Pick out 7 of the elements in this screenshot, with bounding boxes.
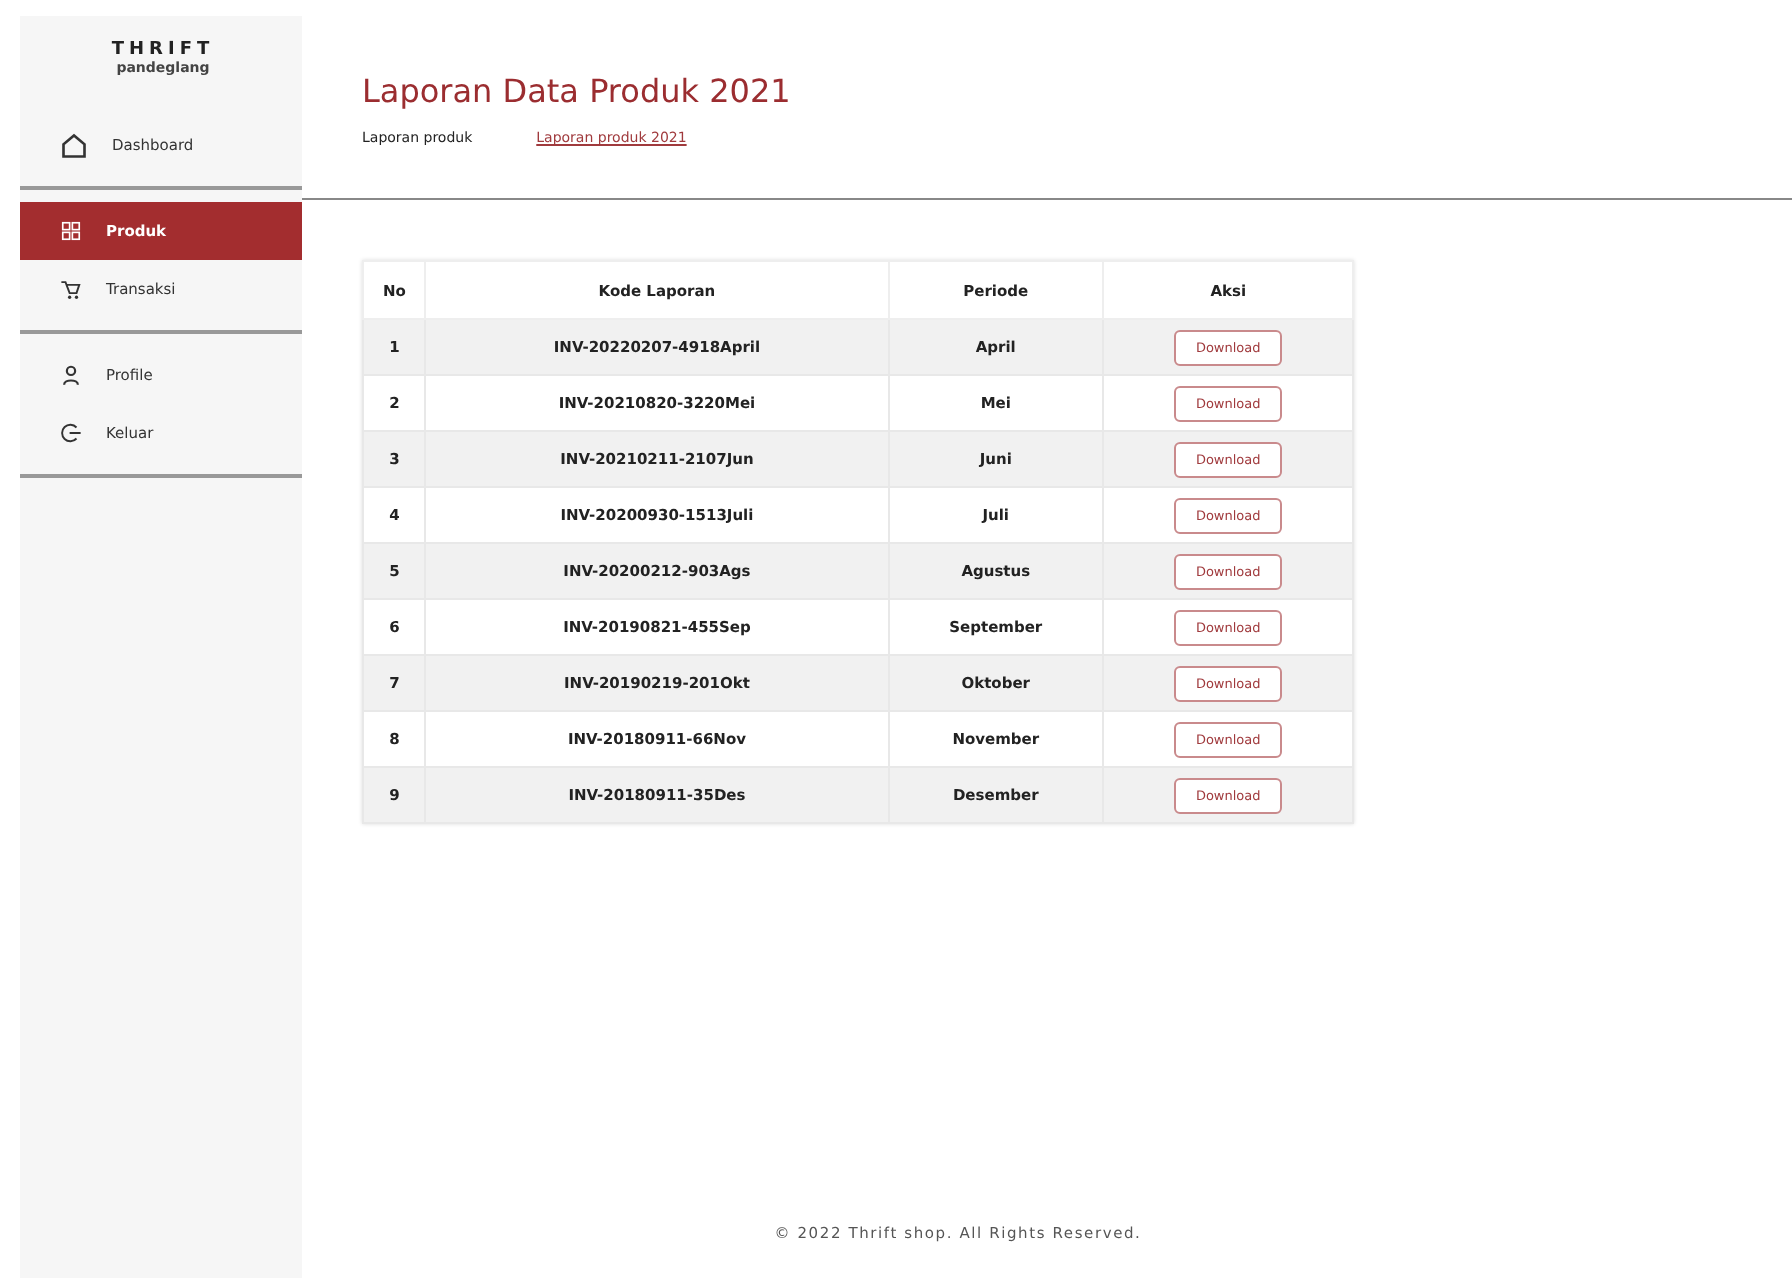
page-title: Laporan Data Produk 2021: [362, 72, 793, 110]
grid-icon: [60, 220, 82, 242]
person-icon: [60, 364, 82, 386]
cart-icon: [60, 278, 82, 300]
brand-title: THRIFT: [111, 40, 215, 60]
logout-icon: [60, 422, 82, 444]
home-icon: [60, 131, 88, 159]
